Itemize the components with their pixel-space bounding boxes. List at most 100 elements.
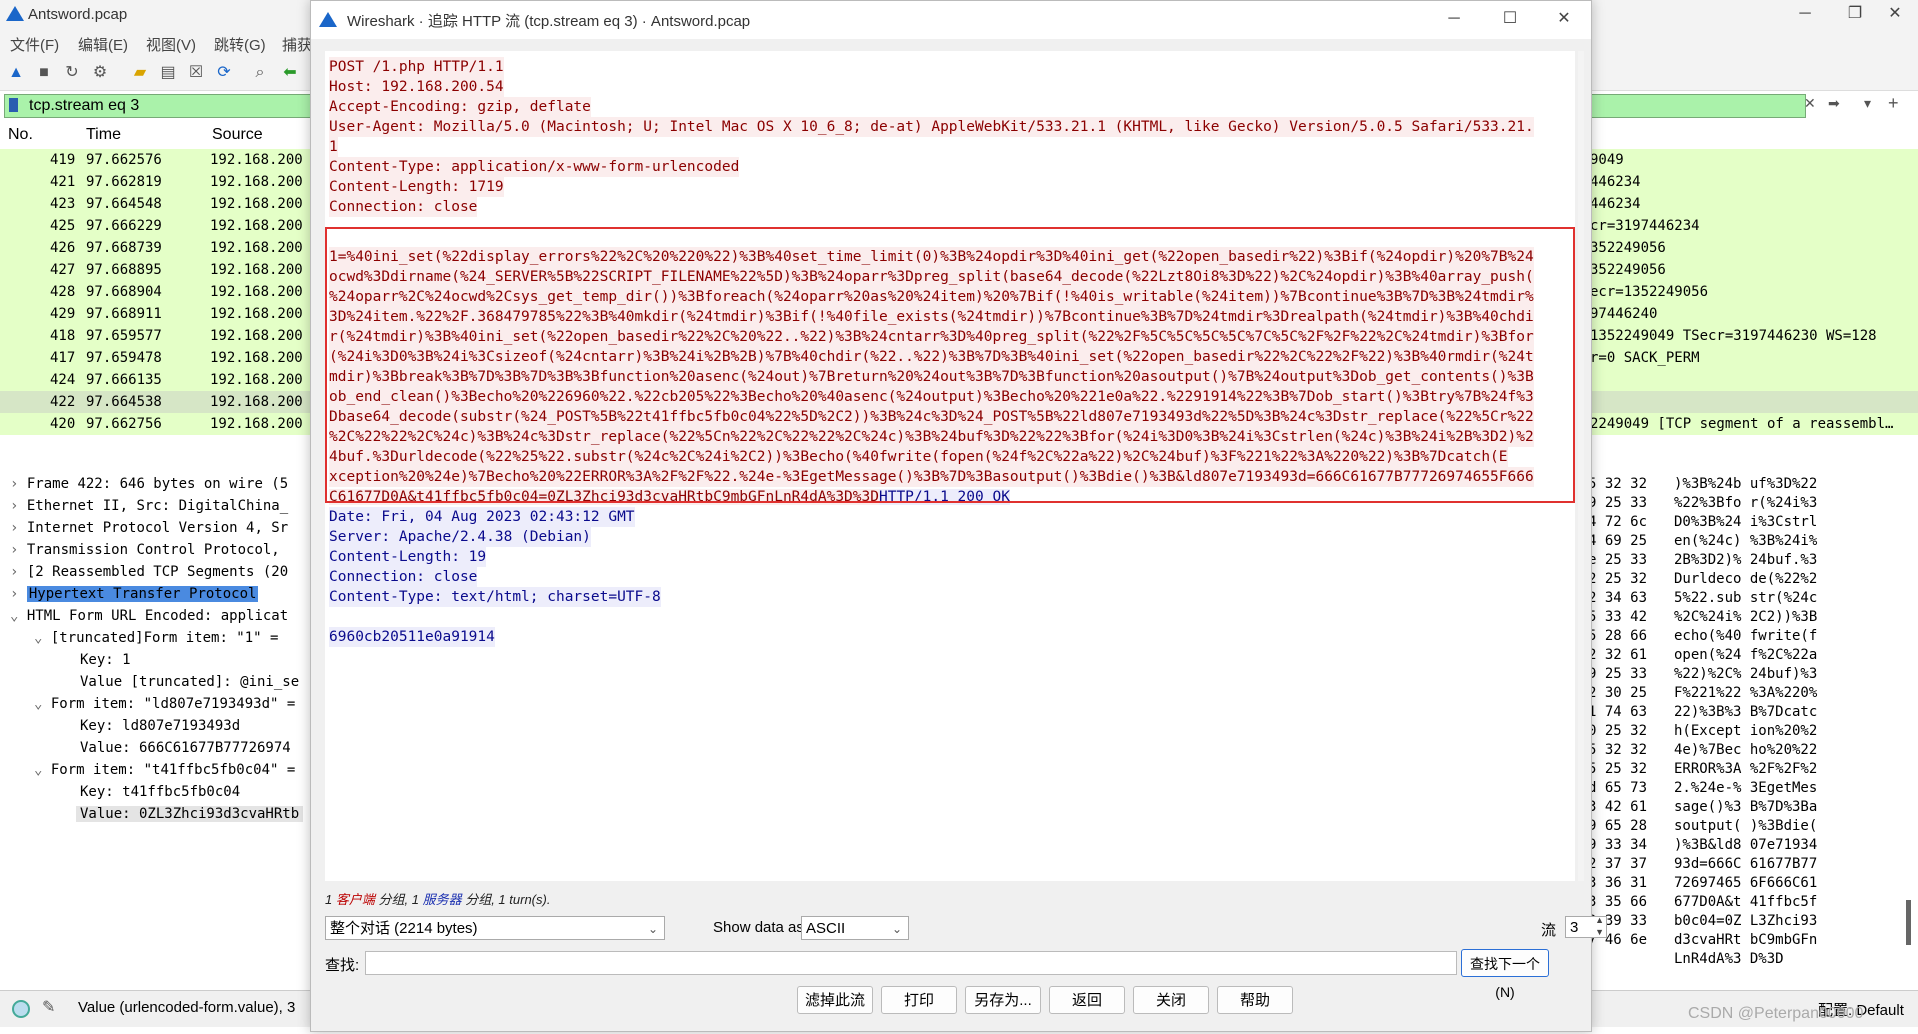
show-data-select[interactable]: ASCII ⌄ <box>801 916 909 940</box>
close-icon[interactable]: ✕ <box>1549 7 1579 31</box>
minimize-icon[interactable]: ─ <box>1439 7 1469 31</box>
content-scrollbar[interactable] <box>1578 51 1584 881</box>
response-header-line: Connection: close <box>329 567 478 587</box>
request-body-line: %2C%22%22%2C%24c)%3B%24c%3Dstr_replace(%… <box>329 427 1534 447</box>
close-button[interactable]: 关闭 <box>1133 986 1209 1014</box>
capture-options-icon[interactable]: ⚙ <box>90 63 110 83</box>
start-capture-icon[interactable]: ▲ <box>6 63 26 83</box>
tree-item[interactable]: › [2 Reassembled TCP Segments (20 <box>10 562 288 582</box>
apply-filter-icon[interactable]: ➡ <box>1828 95 1840 115</box>
find-input[interactable] <box>365 951 1457 975</box>
close-file-icon[interactable]: ☒ <box>186 63 206 83</box>
open-file-icon[interactable]: ▰ <box>130 63 150 83</box>
conversation-select[interactable]: 整个对话 (2214 bytes) ⌄ <box>325 916 665 940</box>
main-window-title: Antsword.pcap <box>28 6 128 23</box>
request-header-line: Content-Type: application/x-www-form-url… <box>329 157 740 177</box>
tree-item[interactable]: Key: ld807e7193493d <box>80 716 240 736</box>
expert-info-icon[interactable] <box>12 1000 30 1018</box>
find-packet-icon[interactable]: ⌕ <box>250 63 270 83</box>
menu-go[interactable]: 跳转(G) <box>214 34 266 55</box>
tree-item-http[interactable]: › Hypertext Transfer Protocol <box>10 584 259 604</box>
response-header-line: Server: Apache/2.4.38 (Debian) <box>329 527 591 547</box>
response-body: 6960cb20511e0a91914 <box>329 627 495 647</box>
request-body-line: %24oparr%2C%24ocwd%2Csys_get_temp_dir())… <box>329 287 1534 307</box>
request-header-line: POST /1.php HTTP/1.1 <box>329 57 504 77</box>
add-filter-icon[interactable]: + <box>1888 93 1899 113</box>
filter-out-stream-button[interactable]: 滤掉此流 <box>797 986 873 1014</box>
minimize-icon[interactable]: ─ <box>1790 2 1820 26</box>
request-header-line: Connection: close <box>329 197 478 217</box>
wireshark-logo-icon <box>6 6 24 21</box>
request-body-line: (%24i%3D0%3B%24i%3Csizeof(%24cntarr)%3B%… <box>329 347 1534 367</box>
request-header-line: Content-Length: 1719 <box>329 177 504 197</box>
menu-capture[interactable]: 捕获 <box>282 34 312 55</box>
request-body-line: ob_end_clean()%3Becho%20%226960%22.%22cb… <box>329 387 1534 407</box>
restart-capture-icon[interactable]: ↻ <box>62 63 82 83</box>
close-icon[interactable]: ✕ <box>1880 2 1910 26</box>
find-next-button[interactable]: 查找下一个(N) <box>1461 949 1549 1000</box>
column-source[interactable]: Source <box>212 126 263 144</box>
tree-item[interactable]: › Frame 422: 646 bytes on wire (5 <box>10 474 288 494</box>
tree-item[interactable]: Value [truncated]: @ini_se <box>80 672 299 692</box>
request-body-last-line: C61677D0A&t41ffbc5fb0c04=0ZL3Zhci93d3cva… <box>329 489 1010 505</box>
request-body-line: xception%20%24e)%7Becho%20%22ERROR%3A%2F… <box>329 467 1534 487</box>
request-body-line: 1=%40ini_set(%22display_errors%22%2C%20%… <box>329 247 1534 267</box>
response-header-line: Date: Fri, 04 Aug 2023 02:43:12 GMT <box>329 507 635 527</box>
hex-scrollbar[interactable] <box>1906 900 1911 945</box>
menu-view[interactable]: 视图(V) <box>146 34 196 55</box>
tree-item[interactable]: Value: 666C61677B77726974 <box>80 738 291 758</box>
request-header-line: User-Agent: Mozilla/5.0 (Macintosh; U; I… <box>329 117 1534 137</box>
filter-text: tcp.stream eq 3 <box>29 97 140 114</box>
tree-item[interactable]: › Internet Protocol Version 4, Sr <box>10 518 288 538</box>
menu-file[interactable]: 文件(F) <box>10 34 59 55</box>
request-body-line: ocwd%3Ddirname(%24_SERVER%5B%22SCRIPT_FI… <box>329 267 1534 287</box>
filter-dropdown-icon[interactable]: ▾ <box>1864 95 1871 115</box>
status-text: Value (urlencoded-form.value), 3 <box>78 999 296 1016</box>
maximize-icon[interactable]: ☐ <box>1495 7 1525 31</box>
bookmark-icon[interactable] <box>9 98 18 112</box>
show-data-label: Show data as <box>713 919 804 936</box>
save-as-button[interactable]: 另存为... <box>965 986 1041 1014</box>
restore-icon[interactable]: ❐ <box>1840 2 1870 26</box>
tree-item[interactable]: › Ethernet II, Src: DigitalChina_ <box>10 496 288 516</box>
stream-summary: 1 客户端 分组, 1 服务器 分组, 1 turn(s). <box>325 892 551 907</box>
reload-icon[interactable]: ⟳ <box>214 63 234 83</box>
tree-item-selected[interactable]: Value: 0ZL3Zhci93d3cvaHRtb <box>76 804 304 824</box>
tree-item[interactable]: Key: 1 <box>80 650 131 670</box>
request-body-line: 4buf.%3Durldecode(%22%25%22.substr(%24c%… <box>329 447 1508 467</box>
packet-bytes-pane: 5 32 32)%3B%24b uf%3D%22 9 25 33 %22%3Bfo… <box>1586 472 1918 982</box>
request-header-line: 1 <box>329 137 338 157</box>
stream-number-spinbox[interactable]: 3 ▲ ▼ <box>1565 915 1607 938</box>
chevron-down-icon: ⌄ <box>891 922 902 936</box>
tree-item[interactable]: ⌄ Form item: "t41ffbc5fb0c04" = <box>34 760 295 780</box>
request-body-line: 3D%24item.%22%2F.368479785%22%3B%40mkdir… <box>329 307 1534 327</box>
clear-filter-icon[interactable]: ✕ <box>1804 95 1816 115</box>
controls-row: 整个对话 (2214 bytes) ⌄ Show data as ASCII ⌄ 流… <box>325 913 1607 943</box>
tree-item[interactable]: ⌄ HTML Form URL Encoded: applicat <box>10 606 288 626</box>
print-button[interactable]: 打印 <box>881 986 957 1014</box>
chevron-down-icon: ⌄ <box>647 922 658 936</box>
back-button[interactable]: 返回 <box>1049 986 1125 1014</box>
stream-label: 流 <box>1541 922 1557 939</box>
column-no[interactable]: No. <box>8 126 33 144</box>
menu-edit[interactable]: 编辑(E) <box>78 34 128 55</box>
save-file-icon[interactable]: ▤ <box>158 63 178 83</box>
help-button[interactable]: 帮助 <box>1217 986 1293 1014</box>
find-label: 查找: <box>325 957 360 974</box>
go-back-icon[interactable]: ⬅ <box>280 63 300 83</box>
follow-http-stream-dialog: Wireshark · 追踪 HTTP 流 (tcp.stream eq 3) … <box>310 0 1607 1032</box>
packet-details-tree: › Frame 422: 646 bytes on wire (5 › Ethe… <box>0 472 312 982</box>
tree-item[interactable]: › Transmission Control Protocol, <box>10 540 280 560</box>
request-header-line: Host: 192.168.200.54 <box>329 77 504 97</box>
watermark: CSDN @Peterpan00000 <box>1688 1005 1864 1022</box>
edit-comment-icon[interactable]: ✎ <box>42 997 55 1017</box>
spin-arrows-icon: ▲ ▼ <box>1595 915 1604 937</box>
tree-item[interactable]: ⌄ Form item: "ld807e7193493d" = <box>34 694 295 714</box>
tree-item[interactable]: Key: t41ffbc5fb0c04 <box>80 782 240 802</box>
column-time[interactable]: Time <box>86 126 121 144</box>
tree-item[interactable]: ⌄ [truncated]Form item: "1" = <box>34 628 278 648</box>
stop-capture-icon[interactable]: ■ <box>34 63 54 83</box>
stream-content[interactable]: POST /1.php HTTP/1.1 Host: 192.168.200.5… <box>325 51 1575 881</box>
response-header-line: Content-Length: 19 <box>329 547 487 567</box>
find-row: 查找: 查找下一个(N) <box>325 949 1575 1000</box>
